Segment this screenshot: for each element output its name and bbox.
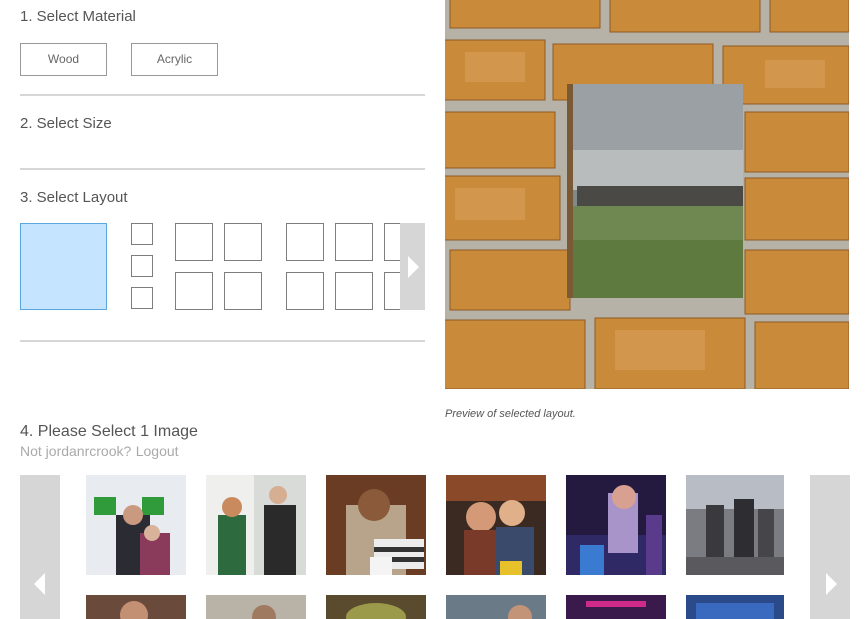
layout-cell bbox=[286, 272, 324, 310]
gallery-thumb[interactable] bbox=[326, 475, 426, 575]
divider bbox=[20, 340, 425, 342]
gallery-thumb[interactable] bbox=[206, 475, 306, 575]
step-3-title: 3. Select Layout bbox=[20, 189, 128, 206]
layout-cell bbox=[175, 272, 213, 310]
not-user-link[interactable]: Not jordanrcrook? bbox=[20, 443, 131, 459]
divider bbox=[20, 168, 425, 170]
chevron-right-icon bbox=[408, 256, 419, 278]
layout-preview-image bbox=[445, 0, 849, 389]
layout-options bbox=[20, 223, 400, 311]
layout-cell bbox=[384, 223, 400, 261]
gallery-thumb[interactable] bbox=[446, 475, 546, 575]
photo-thumbnail bbox=[446, 595, 546, 619]
gallery-thumb[interactable] bbox=[206, 595, 306, 619]
layout-next-button[interactable] bbox=[400, 223, 425, 310]
chevron-left-icon bbox=[34, 573, 45, 595]
gallery-thumb[interactable] bbox=[326, 595, 426, 619]
preview-caption: Preview of selected layout. bbox=[445, 408, 576, 420]
layout-cell bbox=[224, 272, 262, 310]
photo-thumbnail bbox=[686, 475, 784, 575]
step-4-title: 4. Please Select 1 Image bbox=[20, 423, 198, 440]
step-2-title: 2. Select Size bbox=[20, 115, 112, 132]
gallery-thumb[interactable] bbox=[566, 595, 666, 619]
layout-cell bbox=[131, 255, 153, 277]
photo-thumbnail bbox=[206, 595, 306, 619]
gallery-prev-button[interactable] bbox=[20, 475, 60, 619]
step-1-title: 1. Select Material bbox=[20, 8, 136, 25]
layout-cell bbox=[384, 272, 400, 310]
gallery-thumb[interactable] bbox=[686, 475, 784, 575]
divider bbox=[20, 94, 425, 96]
layout-cell bbox=[335, 223, 373, 261]
photo-thumbnail bbox=[86, 595, 186, 619]
account-line: Not jordanrcrook? Logout bbox=[20, 443, 179, 461]
photo-thumbnail bbox=[206, 475, 306, 575]
layout-grid-2x2[interactable] bbox=[175, 223, 263, 311]
layout-cell bbox=[175, 223, 213, 261]
layout-cell bbox=[335, 272, 373, 310]
gallery-thumb[interactable] bbox=[86, 595, 186, 619]
gallery-next-button[interactable] bbox=[810, 475, 850, 619]
gallery-thumb[interactable] bbox=[446, 595, 546, 619]
photo-thumbnail bbox=[686, 595, 784, 619]
layout-cell bbox=[286, 223, 324, 261]
chevron-right-icon bbox=[826, 573, 837, 595]
layout-cell bbox=[224, 223, 262, 261]
gallery-thumb[interactable] bbox=[686, 595, 784, 619]
photo-thumbnail bbox=[446, 475, 546, 575]
layout-grid-3x2[interactable] bbox=[286, 223, 400, 311]
logout-link[interactable]: Logout bbox=[136, 443, 179, 459]
photo-thumbnail bbox=[326, 595, 426, 619]
layout-cell bbox=[131, 287, 153, 309]
layout-triple-vertical[interactable] bbox=[131, 223, 154, 310]
photo-thumbnail bbox=[326, 475, 426, 575]
material-wood-button[interactable]: Wood bbox=[20, 43, 107, 76]
gallery-thumb[interactable] bbox=[86, 475, 186, 575]
photo-thumbnail bbox=[566, 595, 666, 619]
layout-single-selected[interactable] bbox=[20, 223, 107, 310]
brick-wall-illustration bbox=[445, 0, 849, 389]
photo-thumbnail bbox=[566, 475, 666, 575]
layout-cell bbox=[131, 223, 153, 245]
gallery-thumb[interactable] bbox=[566, 475, 666, 575]
material-acrylic-button[interactable]: Acrylic bbox=[131, 43, 218, 76]
photo-thumbnail bbox=[86, 475, 186, 575]
